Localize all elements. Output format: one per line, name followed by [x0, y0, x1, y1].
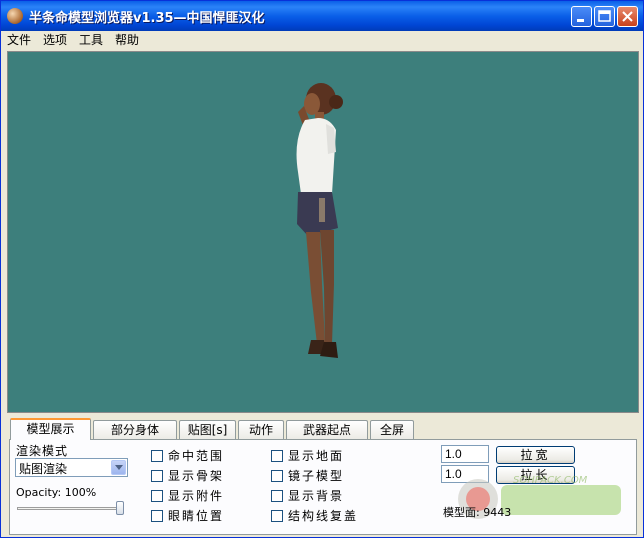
checkbox-label: 眼睛位置	[168, 509, 225, 523]
menu-help[interactable]: 帮助	[109, 31, 145, 50]
checkbox-box[interactable]	[151, 449, 163, 462]
chevron-down-icon[interactable]	[111, 460, 126, 475]
checkbox-label: 镜子模型	[288, 469, 345, 483]
checkbox-label: 显示地面	[288, 449, 345, 463]
widen-button[interactable]: 拉宽	[496, 446, 575, 464]
width-scale-input[interactable]	[441, 445, 489, 463]
render-mode-value: 贴图渲染	[19, 462, 68, 476]
tab-textures[interactable]: 贴图[s]	[179, 420, 236, 439]
minimize-icon	[577, 19, 584, 22]
checkbox-show-ground[interactable]: 显示地面	[271, 447, 344, 464]
checkbox-label: 结构线复盖	[288, 509, 359, 523]
checkbox-box[interactable]	[271, 489, 283, 502]
checkbox-eye-position[interactable]: 眼睛位置	[151, 507, 224, 524]
checkbox-box[interactable]	[151, 469, 163, 482]
render-mode-label: 渲染模式	[16, 444, 69, 458]
minimize-button[interactable]	[571, 6, 592, 27]
checkbox-box[interactable]	[271, 469, 283, 482]
model-viewport[interactable]	[7, 51, 639, 413]
watermark-logo-icon: SOHPACK.COM	[458, 475, 621, 519]
character-model	[296, 83, 343, 358]
menu-file[interactable]: 文件	[1, 31, 37, 50]
checkbox-box[interactable]	[271, 509, 283, 522]
maximize-button[interactable]	[594, 6, 615, 27]
opacity-slider-thumb[interactable]	[116, 501, 124, 515]
menu-bar: 文件 选项 工具 帮助	[1, 31, 643, 50]
close-button[interactable]	[617, 6, 638, 27]
checkbox-label: 显示背景	[288, 489, 345, 503]
checkbox-mirror-model[interactable]: 镜子模型	[271, 467, 344, 484]
checkbox-box[interactable]	[151, 509, 163, 522]
menu-tools[interactable]: 工具	[73, 31, 109, 50]
title-bar[interactable]: 半条命模型浏览器v1.35—中国悍匪汉化	[1, 1, 643, 31]
tab-weapon-origin[interactable]: 武器起点	[286, 420, 368, 439]
maximize-icon	[598, 10, 611, 22]
menu-options[interactable]: 选项	[37, 31, 73, 50]
app-icon	[7, 8, 23, 24]
checkbox-label: 显示骨架	[168, 469, 225, 483]
checkbox-show-attachments[interactable]: 显示附件	[151, 487, 224, 504]
tab-model-display[interactable]: 模型展示	[10, 418, 91, 440]
checkbox-label: 命中范围	[168, 449, 225, 463]
checkbox-label: 显示附件	[168, 489, 225, 503]
model-faces-count: 模型面: 9443	[443, 506, 512, 519]
checkbox-show-skeleton[interactable]: 显示骨架	[151, 467, 224, 484]
checkbox-box[interactable]	[271, 449, 283, 462]
close-icon	[622, 11, 633, 22]
tab-fullscreen[interactable]: 全屏	[370, 420, 414, 439]
site-watermark: SOHPACK.COM	[453, 471, 635, 529]
opacity-slider[interactable]	[17, 507, 123, 510]
checkbox-box[interactable]	[151, 489, 163, 502]
checkbox-wireframe-overlay[interactable]: 结构线复盖	[271, 507, 358, 524]
checkbox-show-background[interactable]: 显示背景	[271, 487, 344, 504]
app-window: 半条命模型浏览器v1.35—中国悍匪汉化 文件 选项 工具 帮助 模型展示 部分…	[0, 0, 644, 538]
checkbox-hitbox[interactable]: 命中范围	[151, 447, 224, 464]
opacity-label: Opacity: 100%	[16, 486, 97, 499]
watermark-text: SOHPACK.COM	[513, 475, 588, 486]
tab-body-parts[interactable]: 部分身体	[93, 420, 177, 439]
tab-animation[interactable]: 动作	[238, 420, 284, 439]
window-title: 半条命模型浏览器v1.35—中国悍匪汉化	[29, 11, 265, 26]
render-mode-select[interactable]: 贴图渲染	[15, 458, 128, 477]
